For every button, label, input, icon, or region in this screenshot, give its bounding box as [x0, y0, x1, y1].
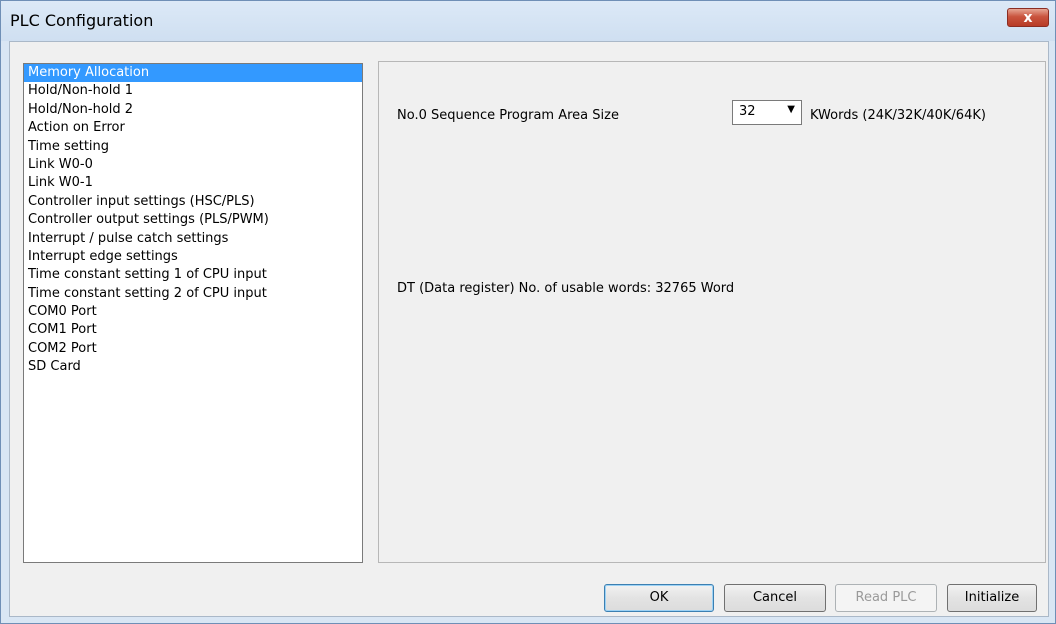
close-icon: x — [1023, 10, 1033, 26]
list-item-time-constant-1[interactable]: Time constant setting 1 of CPU input — [24, 266, 362, 284]
cancel-button[interactable]: Cancel — [724, 584, 826, 612]
close-button[interactable]: x — [1007, 8, 1049, 27]
list-item-controller-input-settings[interactable]: Controller input settings (HSC/PLS) — [24, 193, 362, 211]
initialize-button[interactable]: Initialize — [947, 584, 1037, 612]
unit-label: KWords (24K/32K/40K/64K) — [810, 108, 986, 123]
area-size-label: No.0 Sequence Program Area Size — [397, 108, 619, 123]
dialog-title: PLC Configuration — [10, 11, 154, 30]
list-item-hold-nonhold-1[interactable]: Hold/Non-hold 1 — [24, 82, 362, 100]
list-item-sd-card[interactable]: SD Card — [24, 358, 362, 376]
ok-button[interactable]: OK — [604, 584, 714, 612]
list-item-com1-port[interactable]: COM1 Port — [24, 321, 362, 339]
list-item-link-w0-0[interactable]: Link W0-0 — [24, 156, 362, 174]
list-item-memory-allocation[interactable]: Memory Allocation — [24, 64, 362, 83]
area-size-select[interactable]: 32 ▼ — [732, 100, 802, 125]
plc-configuration-dialog: PLC Configuration x Memory Allocation Ho… — [0, 0, 1056, 624]
title-bar[interactable]: PLC Configuration x — [1, 1, 1055, 41]
list-item-time-setting[interactable]: Time setting — [24, 138, 362, 156]
dt-usable-words-label: DT (Data register) No. of usable words: … — [397, 281, 735, 296]
list-item-action-on-error[interactable]: Action on Error — [24, 119, 362, 137]
chevron-down-icon[interactable]: ▼ — [787, 104, 795, 115]
list-item-interrupt-pulse-catch[interactable]: Interrupt / pulse catch settings — [24, 230, 362, 248]
list-item-time-constant-2[interactable]: Time constant setting 2 of CPU input — [24, 285, 362, 303]
list-item-interrupt-edge-settings[interactable]: Interrupt edge settings — [24, 248, 362, 266]
category-list[interactable]: Memory Allocation Hold/Non-hold 1 Hold/N… — [23, 63, 363, 563]
list-item-com2-port[interactable]: COM2 Port — [24, 340, 362, 358]
list-item-link-w0-1[interactable]: Link W0-1 — [24, 174, 362, 192]
list-item-controller-output-settings[interactable]: Controller output settings (PLS/PWM) — [24, 211, 362, 229]
memory-allocation-panel: No.0 Sequence Program Area Size 32 ▼ KWo… — [378, 61, 1046, 563]
list-item-com0-port[interactable]: COM0 Port — [24, 303, 362, 321]
area-size-value: 32 — [739, 104, 756, 119]
dialog-body: Memory Allocation Hold/Non-hold 1 Hold/N… — [9, 41, 1049, 617]
list-item-hold-nonhold-2[interactable]: Hold/Non-hold 2 — [24, 101, 362, 119]
read-plc-button[interactable]: Read PLC — [835, 584, 937, 612]
